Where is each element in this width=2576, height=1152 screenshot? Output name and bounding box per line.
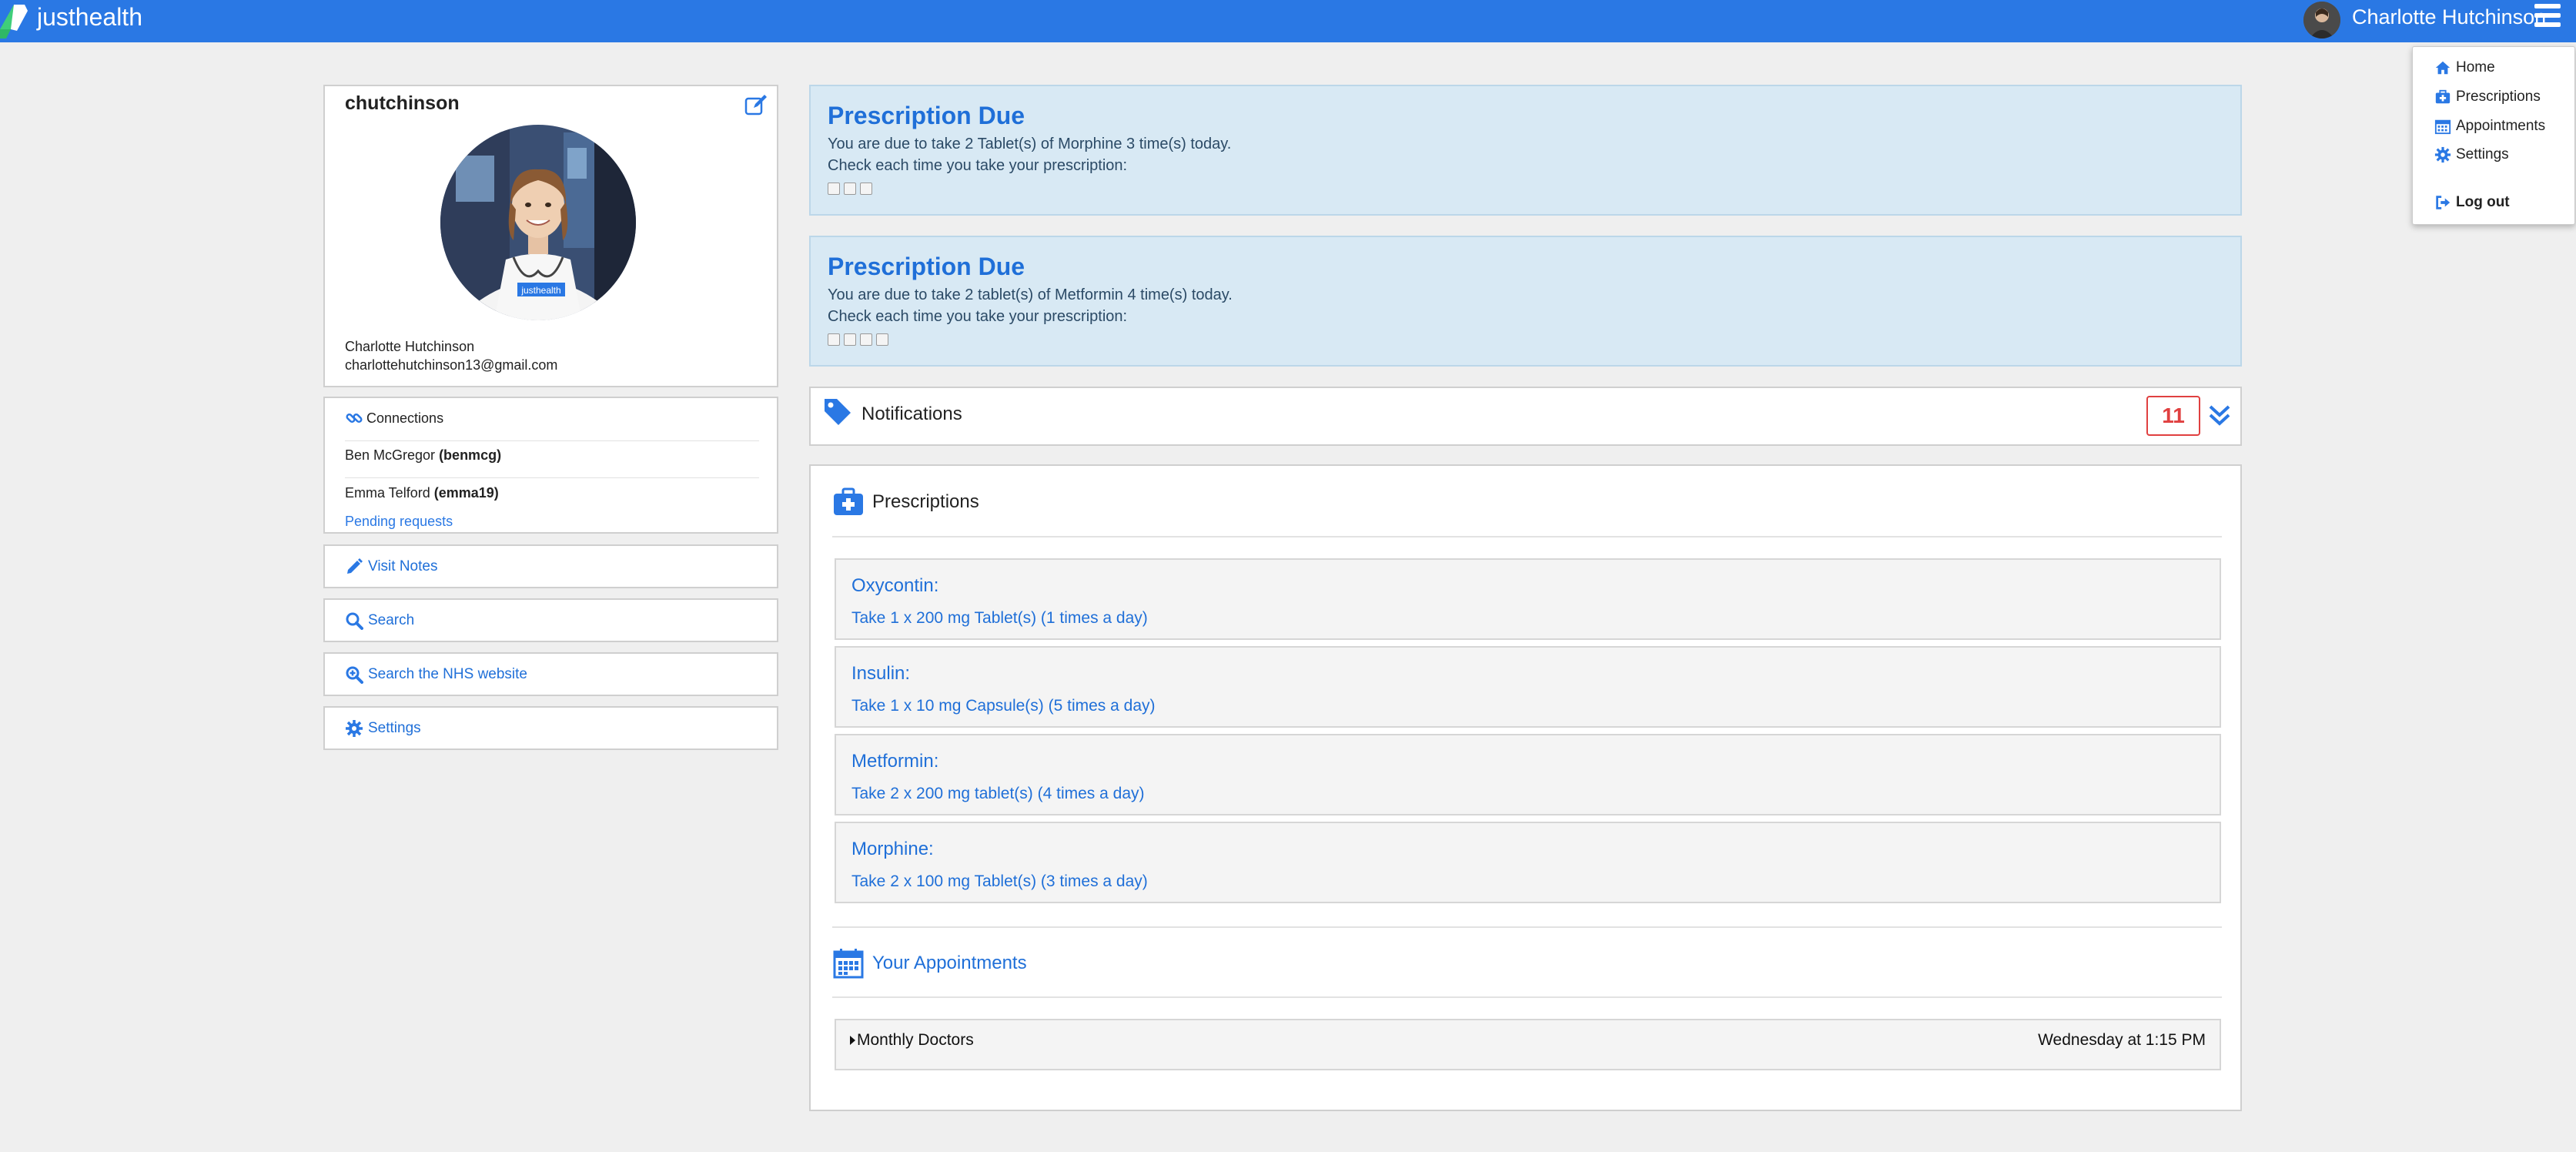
prescription-due-alert: Prescription Due You are due to take 2 t… [809, 236, 2242, 367]
calendar-icon [833, 949, 864, 979]
medkit-icon [834, 487, 863, 515]
brand-name[interactable]: justhealth [37, 3, 142, 32]
prescription-item[interactable]: Oxycontin: Take 1 x 200 mg Tablet(s) (1 … [835, 558, 2221, 640]
prescription-item[interactable]: Metformin: Take 2 x 200 mg tablet(s) (4 … [835, 734, 2221, 815]
appointment-item[interactable]: Monthly Doctors Wednesday at 1:15 PM [835, 1019, 2221, 1070]
user-avatar[interactable] [2303, 2, 2340, 39]
search-nhs-label: Search the NHS website [368, 665, 527, 682]
user-dropdown-menu: Home Prescriptions Appointments Settings… [2412, 46, 2575, 225]
medkit-icon [2435, 89, 2451, 104]
menu-item-settings[interactable]: Settings [2434, 143, 2509, 166]
menu-item-logout[interactable]: Log out [2434, 191, 2510, 214]
menu-item-label: Home [2456, 59, 2495, 75]
dose-checkbox[interactable] [860, 333, 872, 346]
logout-icon [2436, 196, 2451, 209]
dose-checkbox[interactable] [828, 333, 840, 346]
hamburger-menu-icon[interactable] [2534, 4, 2565, 33]
prescription-item[interactable]: Insulin: Take 1 x 10 mg Capsule(s) (5 ti… [835, 646, 2221, 728]
menu-item-label: Settings [2456, 146, 2509, 162]
visit-notes-button[interactable]: Visit Notes [323, 544, 778, 588]
gear-icon [2434, 146, 2451, 163]
menu-item-appointments[interactable]: Appointments [2434, 115, 2545, 138]
alert-title: Prescription Due [828, 102, 1025, 129]
appointments-header[interactable]: Your Appointments [832, 947, 1027, 980]
notifications-label: Notifications [861, 404, 962, 424]
profile-photo: justhealth [440, 125, 636, 320]
search-label: Search [368, 611, 415, 628]
menu-item-label: Appointments [2456, 118, 2546, 134]
top-navbar: justhealth Charlotte Hutchinson [0, 0, 2576, 42]
menu-item-home[interactable]: Home [2434, 56, 2495, 79]
justhealth-logo-icon[interactable] [0, 0, 32, 39]
menu-item-prescriptions[interactable]: Prescriptions [2434, 85, 2541, 109]
menu-item-label: Prescriptions [2456, 89, 2541, 105]
profile-email: charlottehutchinson13@gmail.com [345, 357, 558, 373]
connection-handle: (emma19) [433, 485, 499, 501]
alert-title: Prescription Due [828, 253, 1025, 280]
calendar-icon [2434, 119, 2451, 135]
pencil-icon [347, 558, 363, 574]
prescriptions-header: Prescriptions [832, 486, 979, 518]
alert-instruction: Check each time you take your prescripti… [828, 308, 1128, 325]
dose-checkbox[interactable] [844, 333, 856, 346]
gear-icon [346, 719, 363, 737]
search-icon [346, 612, 363, 630]
edit-profile-icon[interactable] [744, 94, 768, 116]
prescription-name: Insulin: [851, 663, 911, 684]
prescription-dose: Take 2 x 100 mg Tablet(s) (3 times a day… [851, 872, 1148, 890]
connection-handle: (benmcg) [439, 447, 502, 463]
menu-item-label: Log out [2456, 194, 2510, 210]
profile-username: chutchinson [345, 92, 460, 114]
profile-card: chutchinson justhealth Charlotte Hutchin… [323, 85, 778, 387]
prescription-dose: Take 1 x 10 mg Capsule(s) (5 times a day… [851, 697, 1156, 715]
connection-item[interactable]: Emma Telford (emma19) [345, 485, 499, 501]
dose-checkbox[interactable] [844, 183, 856, 195]
zoom-in-icon [346, 666, 363, 684]
search-nhs-button[interactable]: Search the NHS website [323, 652, 778, 696]
caret-right-icon [850, 1036, 855, 1045]
dose-checkbox[interactable] [860, 183, 872, 195]
appointment-time: Wednesday at 1:15 PM [2038, 1031, 2206, 1049]
prescription-dose: Take 1 x 200 mg Tablet(s) (1 times a day… [851, 609, 1148, 627]
settings-button[interactable]: Settings [323, 706, 778, 750]
settings-label: Settings [368, 719, 421, 736]
alert-instruction: Check each time you take your prescripti… [828, 157, 1128, 174]
link-icon [346, 413, 363, 424]
connection-item[interactable]: Ben McGregor (benmcg) [345, 447, 501, 464]
connections-panel: Connections Ben McGregor (benmcg) Emma T… [323, 397, 778, 534]
visit-notes-label: Visit Notes [368, 558, 438, 574]
connection-name: Ben McGregor [345, 447, 436, 463]
connections-header: Connections [345, 409, 443, 427]
dose-checkboxes [828, 333, 888, 346]
prescription-name: Metformin: [851, 751, 939, 772]
appointment-title-text: Monthly Doctors [857, 1031, 974, 1049]
double-chevron-down-icon[interactable] [2206, 402, 2233, 430]
svg-text:justhealth: justhealth [520, 285, 560, 296]
prescription-due-alert: Prescription Due You are due to take 2 T… [809, 85, 2242, 216]
dose-checkbox[interactable] [876, 333, 888, 346]
tag-icon [825, 399, 851, 425]
dose-checkboxes [828, 183, 872, 195]
alert-message: You are due to take 2 Tablet(s) of Morph… [828, 136, 1232, 152]
connections-title: Connections [366, 410, 444, 426]
prescription-dose: Take 2 x 200 mg tablet(s) (4 times a day… [851, 785, 1145, 802]
prescription-name: Morphine: [851, 839, 934, 859]
prescription-item[interactable]: Morphine: Take 2 x 100 mg Tablet(s) (3 t… [835, 822, 2221, 903]
home-icon [2435, 61, 2451, 75]
user-avatar-image [2303, 2, 2340, 39]
connection-name: Emma Telford [345, 485, 430, 501]
appointments-title: Your Appointments [872, 953, 1027, 973]
profile-full-name: Charlotte Hutchinson [345, 339, 475, 354]
user-name[interactable]: Charlotte Hutchinson [2352, 5, 2546, 29]
alert-message: You are due to take 2 tablet(s) of Metfo… [828, 286, 1233, 303]
prescriptions-card: Prescriptions Oxycontin: Take 1 x 200 mg… [809, 464, 2242, 1111]
notifications-bar[interactable]: Notifications 11 [809, 387, 2242, 446]
appointment-title: Monthly Doctors [850, 1031, 974, 1050]
prescription-name: Oxycontin: [851, 575, 939, 596]
notifications-count-badge[interactable]: 11 [2146, 396, 2200, 436]
pending-requests-link[interactable]: Pending requests [345, 514, 453, 530]
search-button[interactable]: Search [323, 598, 778, 642]
prescriptions-title: Prescriptions [872, 491, 979, 512]
dose-checkbox[interactable] [828, 183, 840, 195]
